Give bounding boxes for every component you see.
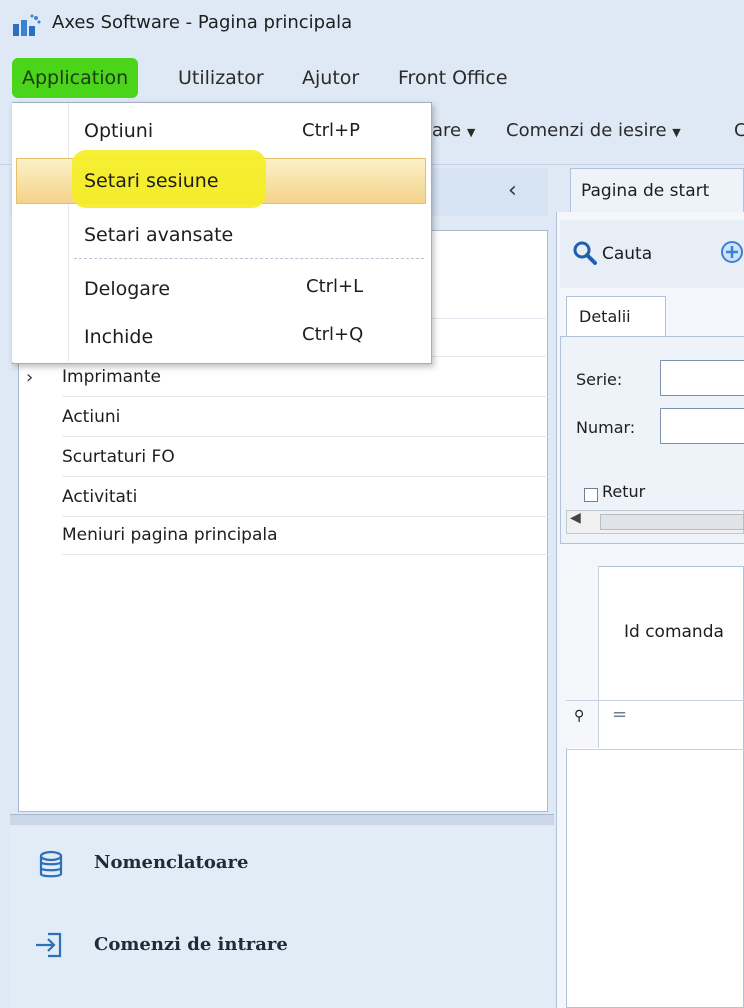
- scrollbar-thumb[interactable]: [600, 514, 744, 530]
- menu-utilizator[interactable]: Utilizator: [178, 58, 264, 98]
- shortcut-inchide: Ctrl+Q: [302, 324, 364, 345]
- menu-item-setari-avansate[interactable]: Setari avansate: [84, 224, 233, 246]
- serie-input[interactable]: [660, 360, 744, 396]
- pin-icon: ⚲: [574, 708, 585, 724]
- tree-item-activitati[interactable]: Activitati: [62, 478, 554, 517]
- dropdown-separator: [74, 258, 424, 259]
- database-icon: [39, 850, 63, 878]
- serie-label: Serie:: [576, 370, 623, 389]
- retur-checkbox[interactable]: [584, 488, 598, 502]
- menu-front-office[interactable]: Front Office: [398, 58, 508, 98]
- menu-item-setari-sesiune[interactable]: Setari sesiune: [84, 170, 219, 192]
- grid-filter-row[interactable]: [566, 700, 744, 750]
- nav-section: [10, 826, 554, 1008]
- tree-item-meniuri[interactable]: Meniuri pagina principala: [62, 516, 554, 555]
- toolbar-partial-tail[interactable]: C: [734, 120, 744, 141]
- tab-pagina-de-start[interactable]: Pagina de start: [570, 168, 744, 212]
- search-button[interactable]: Cauta: [602, 244, 652, 264]
- nav-comenzi-intrare[interactable]: Comenzi de intrare: [94, 934, 288, 955]
- toolbar-partial-item[interactable]: are ▼: [432, 120, 475, 141]
- toolbar-comenzi-iesire[interactable]: Comenzi de iesire ▼: [506, 120, 681, 141]
- tree-item-scurtaturi-fo[interactable]: Scurtaturi FO: [62, 438, 554, 477]
- grid-header-id-comanda[interactable]: Id comanda: [624, 622, 724, 642]
- numar-label: Numar:: [576, 418, 636, 437]
- sign-in-icon: [36, 932, 62, 958]
- add-icon[interactable]: [720, 240, 744, 264]
- numar-input[interactable]: [660, 408, 744, 444]
- search-icon: [573, 241, 597, 265]
- menu-ajutor[interactable]: Ajutor: [302, 58, 359, 98]
- menu-item-delogare[interactable]: Delogare: [84, 278, 170, 300]
- filter-operator[interactable]: =: [612, 704, 627, 725]
- shortcut-delogare: Ctrl+L: [306, 276, 364, 297]
- nav-nomenclatoare[interactable]: Nomenclatoare: [94, 852, 248, 873]
- chevron-down-icon: ▼: [466, 126, 476, 139]
- scroll-left-icon[interactable]: ◀: [570, 510, 581, 526]
- tree-item-actiuni[interactable]: Actiuni: [62, 398, 554, 437]
- dropdown-icon-gutter: [12, 103, 69, 362]
- menu-application[interactable]: Application: [12, 58, 139, 98]
- menu-item-optiuni[interactable]: Optiuni: [84, 120, 153, 142]
- panel-splitter[interactable]: [10, 814, 554, 825]
- tab-detalii[interactable]: Detalii: [566, 296, 666, 336]
- collapse-left-icon[interactable]: ‹: [508, 178, 517, 203]
- shortcut-optiuni: Ctrl+P: [302, 120, 360, 141]
- menu-item-inchide[interactable]: Inchide: [84, 326, 153, 348]
- app-logo-icon: [13, 14, 41, 36]
- chevron-right-icon[interactable]: ›: [26, 367, 33, 388]
- retur-label: Retur: [602, 482, 646, 501]
- chevron-down-icon: ▼: [672, 126, 681, 139]
- window-title: Axes Software - Pagina principala: [52, 12, 353, 33]
